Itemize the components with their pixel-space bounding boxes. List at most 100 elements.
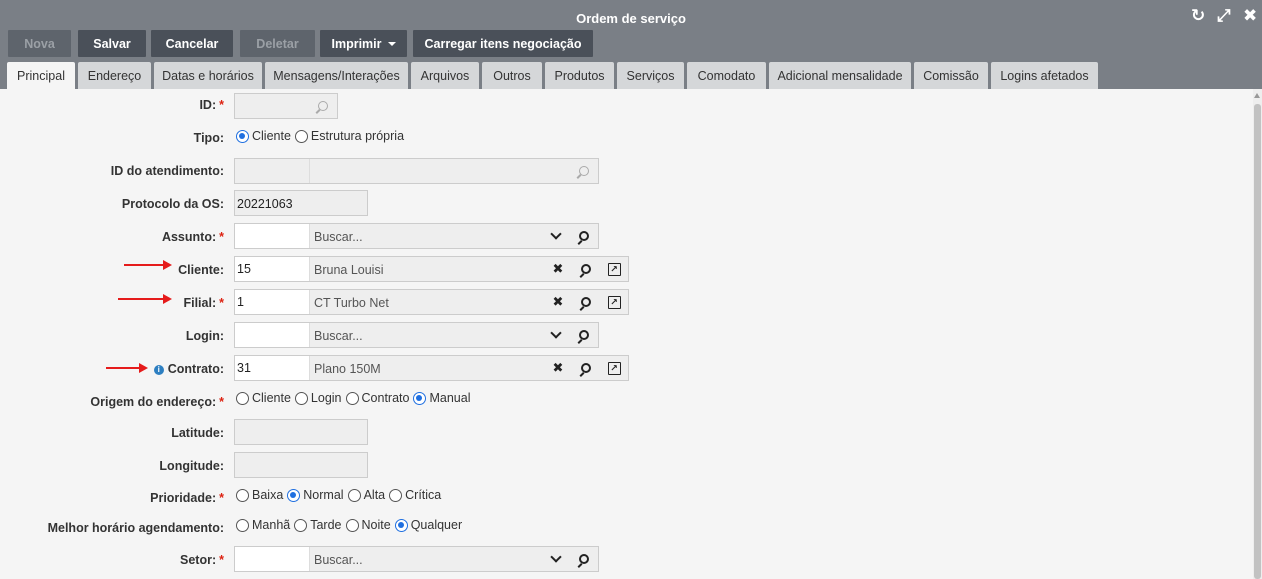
origem-option-manual[interactable]: Manual — [413, 391, 470, 405]
clear-icon[interactable]: ✖ — [544, 290, 572, 314]
latitude-input[interactable] — [234, 419, 368, 445]
radio-icon[interactable] — [345, 518, 359, 532]
tab-outros[interactable]: Outros — [482, 62, 542, 89]
prioridade-option-alta[interactable]: Alta — [347, 488, 385, 502]
radio-icon[interactable] — [294, 129, 308, 143]
carregar-itens-button[interactable]: Carregar itens negociação — [413, 30, 593, 57]
prioridade-option-normal[interactable]: Normal — [287, 488, 344, 502]
radio-icon[interactable] — [294, 391, 308, 405]
tab-principal[interactable]: Principal — [7, 62, 75, 90]
chevron-down-icon[interactable] — [542, 224, 570, 248]
tab-comissao[interactable]: Comissão — [914, 62, 988, 89]
radio-selected-icon[interactable] — [287, 488, 301, 502]
open-external-icon[interactable]: ↗ — [600, 356, 628, 380]
origem-option-contrato[interactable]: Contrato — [345, 391, 409, 405]
salvar-button[interactable]: Salvar — [78, 30, 146, 57]
login-field[interactable]: Buscar... — [234, 322, 599, 348]
chevron-down-icon[interactable] — [542, 547, 570, 571]
contrato-code-input[interactable]: 31 — [235, 356, 310, 380]
tab-produtos[interactable]: Produtos — [545, 62, 614, 89]
login-code-input[interactable] — [235, 323, 310, 347]
longitude-label: Longitude: — [159, 459, 224, 473]
close-icon[interactable]: ✖ — [1243, 7, 1257, 25]
search-icon[interactable] — [570, 323, 598, 347]
search-icon[interactable] — [570, 159, 598, 183]
origem-option-login[interactable]: Login — [294, 391, 342, 405]
clear-icon[interactable]: ✖ — [544, 257, 572, 281]
horario-option-noite[interactable]: Noite — [345, 518, 391, 532]
setor-field[interactable]: Buscar... — [234, 546, 599, 572]
filial-field[interactable]: 1 CT Turbo Net ✖ ↗ — [234, 289, 629, 315]
radio-icon[interactable] — [236, 488, 249, 502]
cliente-code-input[interactable]: 15 — [235, 257, 310, 281]
tab-comodato[interactable]: Comodato — [687, 62, 766, 89]
id-atendimento-field[interactable] — [234, 158, 599, 184]
id-label: ID: * — [199, 98, 224, 112]
assunto-field[interactable]: Buscar... — [234, 223, 599, 249]
protocolo-input[interactable]: 20221063 — [234, 190, 368, 216]
search-icon[interactable] — [570, 224, 598, 248]
cancelar-button[interactable]: Cancelar — [151, 30, 233, 57]
horario-option-qualquer[interactable]: Qualquer — [394, 518, 462, 532]
nova-button[interactable]: Nova — [8, 30, 71, 57]
tipo-option-cliente[interactable]: Cliente — [236, 129, 291, 143]
cliente-name: Bruna Louisi — [314, 263, 384, 277]
id-input[interactable] — [235, 94, 309, 118]
login-search-input[interactable]: Buscar... — [310, 323, 542, 347]
tab-servicos[interactable]: Serviços — [617, 62, 684, 89]
tab-mensagens[interactable]: Mensagens/Interações — [265, 62, 408, 89]
open-external-icon[interactable]: ↗ — [600, 290, 628, 314]
filial-code-input[interactable]: 1 — [235, 290, 310, 314]
search-icon[interactable] — [572, 290, 600, 314]
imprimir-dropdown[interactable]: Imprimir — [320, 30, 407, 57]
filial-label: Filial: * — [183, 296, 224, 310]
prioridade-option-critica[interactable]: Crítica — [389, 488, 441, 502]
setor-search-input[interactable]: Buscar... — [310, 547, 542, 571]
contrato-field[interactable]: 31 Plano 150M ✖ ↗ — [234, 355, 629, 381]
cliente-field[interactable]: 15 Bruna Louisi ✖ ↗ — [234, 256, 629, 282]
radio-icon[interactable] — [389, 488, 403, 502]
radio-icon[interactable] — [294, 518, 308, 532]
id-field[interactable] — [234, 93, 338, 119]
radio-icon[interactable] — [347, 488, 361, 502]
assunto-search-input[interactable]: Buscar... — [310, 224, 542, 248]
tab-endereco[interactable]: Endereço — [78, 62, 151, 89]
tab-arquivos[interactable]: Arquivos — [411, 62, 479, 89]
required-mark: * — [219, 230, 224, 244]
clear-icon[interactable]: ✖ — [544, 356, 572, 380]
chevron-down-icon[interactable] — [542, 323, 570, 347]
radio-icon[interactable] — [236, 391, 249, 405]
prioridade-option-baixa[interactable]: Baixa — [236, 488, 283, 502]
search-icon[interactable] — [570, 547, 598, 571]
radio-selected-icon[interactable] — [236, 129, 249, 143]
open-external-icon[interactable]: ↗ — [600, 257, 628, 281]
tipo-option-estrutura[interactable]: Estrutura própria — [294, 129, 404, 143]
scrollbar-thumb[interactable] — [1254, 104, 1261, 579]
setor-code-input[interactable] — [235, 547, 310, 571]
radio-icon[interactable] — [345, 391, 359, 405]
assunto-code-input[interactable] — [235, 224, 310, 248]
origem-option-cliente[interactable]: Cliente — [236, 391, 291, 405]
horario-option-manha[interactable]: Manhã — [236, 518, 290, 532]
tab-adicional-mensalidade[interactable]: Adicional mensalidade — [769, 62, 911, 89]
horario-option-tarde[interactable]: Tarde — [294, 518, 342, 532]
tab-datas-horarios[interactable]: Datas e horários — [154, 62, 262, 89]
history-icon[interactable]: ↻ — [1191, 7, 1205, 25]
expand-icon[interactable]: ⤢ — [1217, 7, 1231, 25]
prioridade-radio-group: Baixa Normal Alta Crítica — [236, 488, 445, 502]
id-atendimento-input[interactable] — [235, 159, 310, 183]
search-icon[interactable] — [572, 356, 600, 380]
radio-icon[interactable] — [236, 518, 249, 532]
tab-logins-afetados[interactable]: Logins afetados — [991, 62, 1098, 89]
radio-selected-icon[interactable] — [394, 518, 408, 532]
window-title: Ordem de serviço — [576, 11, 686, 26]
radio-selected-icon[interactable] — [413, 391, 427, 405]
required-mark: * — [219, 395, 224, 409]
longitude-input[interactable] — [234, 452, 368, 478]
scroll-up-arrow[interactable] — [1254, 93, 1260, 98]
info-icon[interactable]: i — [153, 365, 164, 375]
deletar-button[interactable]: Deletar — [240, 30, 315, 57]
search-icon[interactable] — [309, 94, 337, 118]
dialog-window: Ordem de serviço ↻ ⤢ ✖ Nova Salvar Cance… — [0, 0, 1262, 579]
search-icon[interactable] — [572, 257, 600, 281]
